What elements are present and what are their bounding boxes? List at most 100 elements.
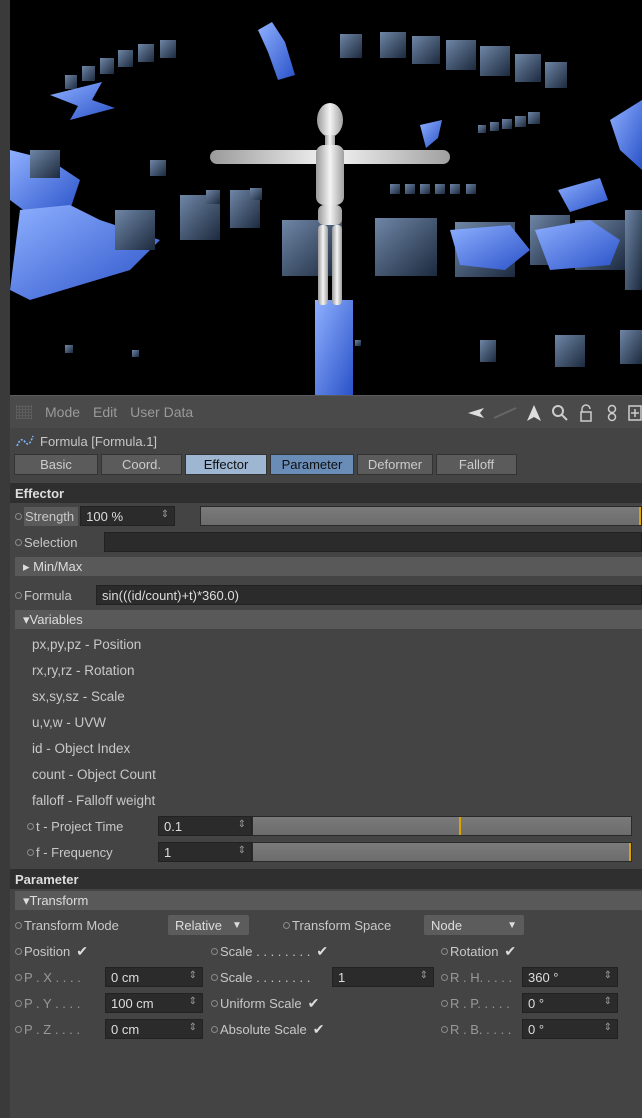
- variable-item: falloff - Falloff weight: [32, 792, 156, 808]
- project-time-input[interactable]: 0.1 ⇕: [158, 816, 252, 836]
- position-label: Position: [24, 943, 71, 959]
- parameter-section-header: Parameter: [10, 869, 642, 889]
- up-arrow-icon[interactable]: [524, 403, 544, 423]
- keyframe-dot-icon[interactable]: [15, 512, 22, 520]
- keyframe-dot-icon[interactable]: [441, 973, 448, 981]
- stepper-arrows-icon[interactable]: ⇕: [420, 970, 428, 981]
- keyframe-dot-icon[interactable]: [15, 999, 22, 1007]
- slider-handle[interactable]: [629, 843, 631, 861]
- rp-input[interactable]: 0 ° ⇕: [522, 993, 618, 1013]
- uniform-scale-checkbox[interactable]: ✔: [308, 995, 320, 1012]
- project-time-slider[interactable]: [252, 816, 632, 836]
- selection-field[interactable]: [104, 532, 642, 552]
- variable-item: id - Object Index: [32, 740, 131, 756]
- effector-section-header: Effector: [10, 483, 642, 503]
- transform-mode-label: Transform Mode: [24, 917, 119, 933]
- strength-slider[interactable]: [200, 506, 642, 526]
- keyframe-dot-icon[interactable]: [211, 1025, 218, 1033]
- rotation-checkbox[interactable]: ✔: [504, 943, 516, 960]
- stepper-arrows-icon[interactable]: ⇕: [238, 819, 246, 830]
- object-title-row: Formula [Formula.1]: [10, 428, 642, 454]
- tab-falloff[interactable]: Falloff: [436, 454, 517, 475]
- formula-row: Formula sin(((id/count)+t)*360.0): [10, 582, 642, 608]
- selection-label: Selection: [24, 534, 78, 550]
- keyframe-dot-icon[interactable]: [15, 921, 22, 929]
- menu-edit[interactable]: Edit: [93, 404, 117, 420]
- link-icon[interactable]: [602, 403, 622, 423]
- absolute-scale-checkbox[interactable]: ✔: [313, 1021, 325, 1038]
- variables-group[interactable]: ▾Variables: [15, 610, 642, 629]
- menu-mode[interactable]: Mode: [45, 404, 80, 420]
- transform-space-dropdown[interactable]: Node ▼: [424, 915, 524, 935]
- stepper-arrows-icon[interactable]: ⇕: [161, 509, 169, 520]
- keyframe-dot-icon[interactable]: [15, 1025, 22, 1033]
- transform-mode-dropdown[interactable]: Relative ▼: [168, 915, 249, 935]
- tab-parameter[interactable]: Parameter: [270, 454, 354, 475]
- stepper-arrows-icon[interactable]: ⇕: [604, 1022, 612, 1033]
- stepper-arrows-icon[interactable]: ⇕: [189, 970, 197, 981]
- px-label: P . X . . . .: [24, 969, 81, 985]
- tab-coord[interactable]: Coord.: [101, 454, 182, 475]
- back-arrow-icon[interactable]: [466, 403, 486, 423]
- slider-handle[interactable]: [459, 817, 461, 835]
- transform-group[interactable]: ▾Transform: [15, 891, 642, 910]
- slider-handle[interactable]: [639, 507, 641, 525]
- stepper-arrows-icon[interactable]: ⇕: [189, 1022, 197, 1033]
- rp-label: R . P. . . . .: [450, 995, 510, 1011]
- keyframe-dot-icon[interactable]: [211, 947, 218, 955]
- stepper-arrows-icon[interactable]: ⇕: [238, 845, 246, 856]
- rh-input[interactable]: 360 ° ⇕: [522, 967, 618, 987]
- rb-input[interactable]: 0 ° ⇕: [522, 1019, 618, 1039]
- rb-label: R . B. . . . .: [450, 1021, 512, 1037]
- new-window-icon[interactable]: [628, 403, 642, 423]
- keyframe-dot-icon[interactable]: [211, 973, 218, 981]
- keyframe-dot-icon[interactable]: [441, 999, 448, 1007]
- keyframe-dot-icon[interactable]: [15, 973, 22, 981]
- px-input[interactable]: 0 cm ⇕: [105, 967, 203, 987]
- minmax-group[interactable]: ▸ Min/Max: [15, 557, 642, 576]
- keyframe-dot-icon[interactable]: [27, 848, 34, 856]
- keyframe-dot-icon[interactable]: [441, 1025, 448, 1033]
- keyframe-dot-icon[interactable]: [27, 822, 34, 830]
- uniform-scale-label: Uniform Scale: [220, 995, 302, 1011]
- formula-input[interactable]: sin(((id/count)+t)*360.0): [96, 585, 642, 605]
- object-title: Formula [Formula.1]: [40, 433, 158, 449]
- tab-effector[interactable]: Effector: [185, 454, 267, 475]
- scale-checkbox[interactable]: ✔: [316, 943, 328, 960]
- scale-label: Scale . . . . . . . .: [220, 943, 311, 959]
- render-image: [10, 0, 642, 395]
- strength-input[interactable]: 100 % ⇕: [80, 506, 176, 526]
- frequency-slider[interactable]: [252, 842, 632, 862]
- absolute-scale-label: Absolute Scale: [220, 1021, 307, 1037]
- transform-space-label: Transform Space: [292, 917, 392, 933]
- frequency-input[interactable]: 1 ⇕: [158, 842, 252, 862]
- keyframe-dot-icon[interactable]: [15, 538, 22, 546]
- position-checkbox[interactable]: ✔: [76, 943, 88, 960]
- py-input[interactable]: 100 cm ⇕: [105, 993, 203, 1013]
- keyframe-dot-icon[interactable]: [15, 947, 22, 955]
- variable-item: u,v,w - UVW: [32, 714, 106, 730]
- tab-deformer[interactable]: Deformer: [357, 454, 433, 475]
- frequency-label: f - Frequency: [36, 844, 113, 860]
- frequency-row: f - Frequency 1 ⇕: [10, 839, 642, 865]
- pz-input[interactable]: 0 cm ⇕: [105, 1019, 203, 1039]
- menu-user-data[interactable]: User Data: [130, 404, 193, 420]
- rb-value: 0 °: [528, 1021, 545, 1037]
- lock-icon[interactable]: [576, 403, 596, 423]
- tab-basic[interactable]: Basic: [14, 454, 98, 475]
- drag-grip-icon[interactable]: [16, 405, 32, 419]
- strength-value: 100 %: [86, 508, 124, 524]
- keyframe-dot-icon[interactable]: [15, 591, 22, 599]
- keyframe-dot-icon[interactable]: [441, 947, 448, 955]
- forward-arrow-icon[interactable]: [492, 403, 518, 423]
- scale-input[interactable]: 1 ⇕: [332, 967, 434, 987]
- keyframe-dot-icon[interactable]: [211, 999, 218, 1007]
- attribute-manager: Mode Edit User Data Formula [Formula.1] …: [10, 395, 642, 1118]
- dropdown-arrow-icon: ▼: [231, 919, 242, 931]
- keyframe-dot-icon[interactable]: [283, 921, 290, 929]
- stepper-arrows-icon[interactable]: ⇕: [604, 970, 612, 981]
- search-icon[interactable]: [550, 403, 570, 423]
- py-row: P . Y . . . . 100 cm ⇕ Uniform Scale ✔ R…: [10, 990, 642, 1016]
- stepper-arrows-icon[interactable]: ⇕: [604, 996, 612, 1007]
- stepper-arrows-icon[interactable]: ⇕: [189, 996, 197, 1007]
